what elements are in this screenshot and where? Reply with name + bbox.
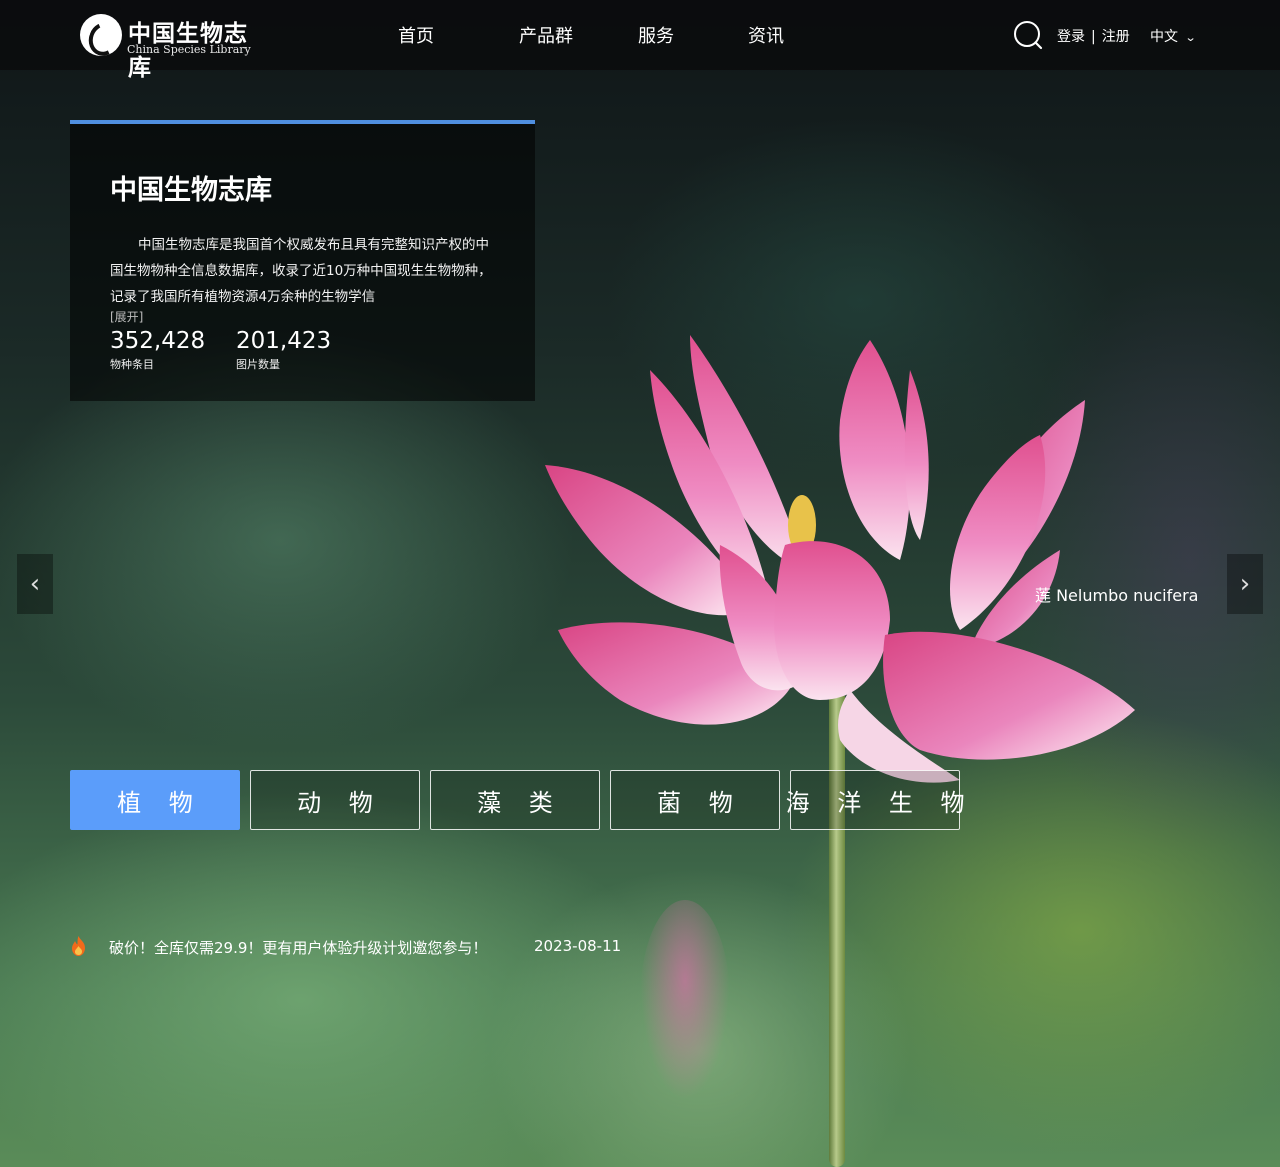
news-date: 2023-08-11	[534, 937, 622, 955]
stat-image-count: 201,423 图片数量	[236, 328, 331, 372]
chevron-down-icon: ⌄	[1184, 31, 1197, 44]
background-lotus-bud	[640, 900, 730, 1100]
tab-marine-life[interactable]: 海 洋 生 物	[786, 770, 964, 830]
expand-link[interactable]: [展开]	[110, 308, 143, 325]
register-link[interactable]: 注册	[1102, 29, 1130, 45]
stat-label: 图片数量	[236, 358, 280, 371]
site-logo[interactable]: 中国生物志库 China Species Library	[80, 14, 255, 81]
logo-name-en: China Species Library	[127, 43, 251, 56]
stat-species-entries: 352,428 物种条目	[110, 328, 205, 372]
stat-label: 物种条目	[110, 358, 154, 371]
tab-animals[interactable]: 动 物	[250, 770, 420, 830]
slider-prev-button[interactable]: ‹	[17, 554, 53, 614]
search-icon[interactable]	[1013, 20, 1043, 50]
tab-plants[interactable]: 植 物	[70, 770, 240, 830]
stat-value: 352,428	[110, 328, 206, 354]
news-headline[interactable]: 破价！全库仅需29.9！更有用户体验升级计划邀您参与！	[109, 937, 487, 958]
nav-item-home[interactable]: 首页	[398, 22, 434, 48]
nav-item-products[interactable]: 产品群	[519, 22, 573, 48]
intro-description: 中国生物志库是我国首个权威发布且具有完整知识产权的中国生物物种全信息数据库，收录…	[110, 237, 492, 305]
stat-value: 201,423	[236, 328, 332, 354]
fire-icon	[72, 936, 85, 956]
intro-title: 中国生物志库	[110, 175, 272, 206]
language-current: 中文	[1150, 29, 1178, 45]
lotus-flower-illustration	[545, 335, 1135, 783]
nav-item-news[interactable]: 资讯	[748, 22, 784, 48]
language-selector[interactable]: 中文 ⌄	[1150, 26, 1197, 46]
slider-next-button[interactable]: ›	[1227, 554, 1263, 614]
slide-caption: 莲 Nelumbo nucifera	[1035, 586, 1199, 605]
tab-fungi[interactable]: 菌 物	[610, 770, 780, 830]
auth-links: 登录 | 注册	[1057, 26, 1130, 46]
auth-separator: |	[1091, 29, 1096, 45]
nav-item-services[interactable]: 服务	[638, 22, 674, 48]
login-link[interactable]: 登录	[1057, 29, 1085, 45]
top-navigation-bar: 中国生物志库 China Species Library 首页 产品群 服务 资…	[0, 0, 1280, 81]
intro-card: 中国生物志库 中国生物志库是我国首个权威发布且具有完整知识产权的中国生物物种全信…	[70, 120, 535, 401]
tab-algae[interactable]: 藻 类	[430, 770, 600, 830]
logo-mark-icon	[80, 14, 122, 56]
